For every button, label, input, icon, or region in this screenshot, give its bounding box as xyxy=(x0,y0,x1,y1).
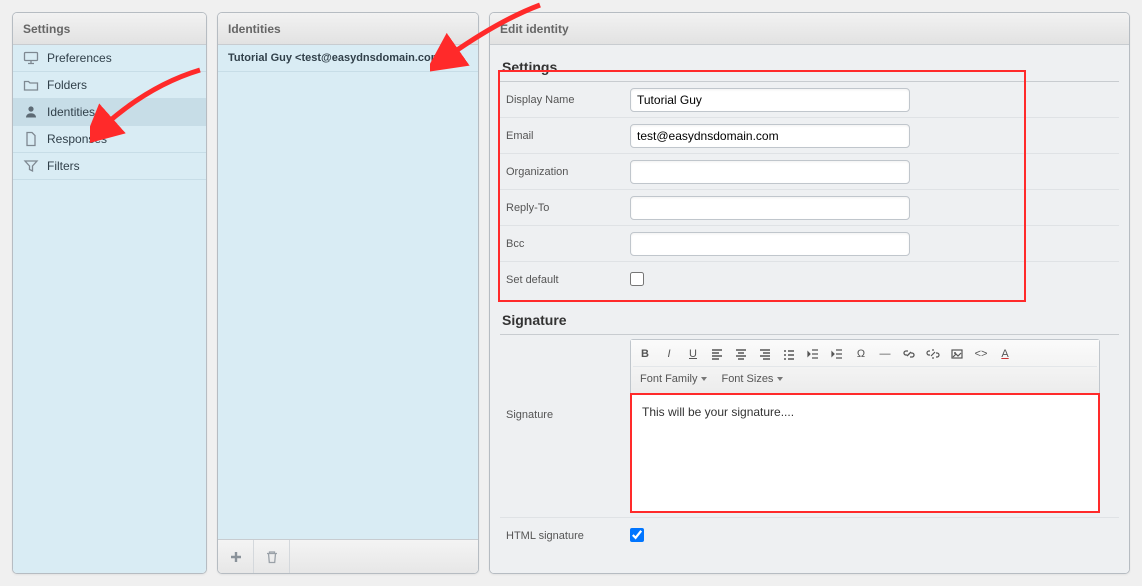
trash-icon xyxy=(264,549,280,565)
sidebar-item-label: Preferences xyxy=(47,51,112,65)
settings-fieldset: Settings Display Name Email Organization xyxy=(500,55,1119,298)
email-label: Email xyxy=(500,130,630,142)
bold-button[interactable]: B xyxy=(633,342,657,366)
bullet-list-button[interactable] xyxy=(777,342,801,366)
organization-input[interactable] xyxy=(630,160,910,184)
signature-editor: B I U Ω — xyxy=(630,339,1100,513)
align-center-button[interactable] xyxy=(729,342,753,366)
display-name-input[interactable] xyxy=(630,88,910,112)
identities-panel: Identities Tutorial Guy <test@easydnsdom… xyxy=(217,12,479,574)
font-family-select[interactable]: Font Family xyxy=(633,367,714,391)
document-icon xyxy=(23,131,39,147)
plus-icon xyxy=(228,549,244,565)
settings-sidebar-list: Preferences Folders Identities Responses xyxy=(13,45,206,573)
italic-button[interactable]: I xyxy=(657,342,681,366)
sidebar-item-preferences[interactable]: Preferences xyxy=(13,45,206,72)
editor-toolbar: B I U Ω — xyxy=(631,340,1099,394)
sidebar-item-label: Identities xyxy=(47,105,95,119)
sidebar-item-label: Filters xyxy=(47,159,80,173)
sidebar-item-folders[interactable]: Folders xyxy=(13,72,206,99)
identity-item[interactable]: Tutorial Guy <test@easydnsdomain.com> xyxy=(218,45,478,72)
sidebar-item-filters[interactable]: Filters xyxy=(13,153,206,180)
outdent-button[interactable] xyxy=(801,342,825,366)
edit-identity-body: Settings Display Name Email Organization xyxy=(490,45,1129,573)
bcc-input[interactable] xyxy=(630,232,910,256)
signature-textarea[interactable]: This will be your signature.... xyxy=(630,393,1100,513)
replyto-input[interactable] xyxy=(630,196,910,220)
person-icon xyxy=(23,104,39,120)
settings-sidebar-title: Settings xyxy=(13,13,206,45)
identities-title: Identities xyxy=(218,13,478,45)
font-sizes-label: Font Sizes xyxy=(721,373,773,385)
link-button[interactable] xyxy=(897,342,921,366)
image-button[interactable] xyxy=(945,342,969,366)
setdefault-checkbox[interactable] xyxy=(630,272,644,286)
signature-label: Signature xyxy=(500,339,630,421)
setdefault-label: Set default xyxy=(500,274,630,286)
organization-label: Organization xyxy=(500,166,630,178)
underline-button[interactable]: U xyxy=(681,342,705,366)
omega-button[interactable]: Ω xyxy=(849,342,873,366)
font-family-label: Font Family xyxy=(640,373,697,385)
font-sizes-select[interactable]: Font Sizes xyxy=(714,367,790,391)
delete-identity-button[interactable] xyxy=(254,540,290,573)
sidebar-item-label: Folders xyxy=(47,78,87,92)
filter-icon xyxy=(23,158,39,174)
settings-legend: Settings xyxy=(500,55,1119,82)
html-signature-checkbox[interactable] xyxy=(630,528,644,542)
signature-fieldset: Signature Signature B I U xyxy=(500,308,1119,554)
text-color-button[interactable]: A xyxy=(993,342,1017,366)
html-signature-label: HTML signature xyxy=(500,530,630,542)
edit-identity-title: Edit identity xyxy=(490,13,1129,45)
more-button[interactable] xyxy=(1017,342,1041,366)
align-left-button[interactable] xyxy=(705,342,729,366)
identity-item-label: Tutorial Guy <test@easydnsdomain.com> xyxy=(228,52,447,64)
identities-toolbar xyxy=(218,539,478,573)
align-right-button[interactable] xyxy=(753,342,777,366)
folder-icon xyxy=(23,77,39,93)
hr-button[interactable]: — xyxy=(873,342,897,366)
identities-list: Tutorial Guy <test@easydnsdomain.com> xyxy=(218,45,478,539)
sidebar-item-label: Responses xyxy=(47,132,107,146)
display-name-label: Display Name xyxy=(500,94,630,106)
settings-sidebar: Settings Preferences Folders Identities xyxy=(12,12,207,574)
monitor-icon xyxy=(23,50,39,66)
email-input[interactable] xyxy=(630,124,910,148)
replyto-label: Reply-To xyxy=(500,202,630,214)
bcc-label: Bcc xyxy=(500,238,630,250)
edit-identity-panel: Edit identity Settings Display Name Emai… xyxy=(489,12,1130,574)
unlink-button[interactable] xyxy=(921,342,945,366)
signature-legend: Signature xyxy=(500,308,1119,335)
sidebar-item-identities[interactable]: Identities xyxy=(13,99,206,126)
sidebar-item-responses[interactable]: Responses xyxy=(13,126,206,153)
code-button[interactable]: <> xyxy=(969,342,993,366)
indent-button[interactable] xyxy=(825,342,849,366)
add-identity-button[interactable] xyxy=(218,540,254,573)
